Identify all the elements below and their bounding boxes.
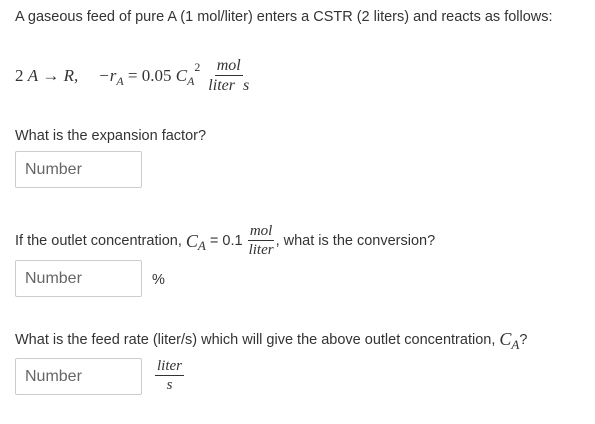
rate-constant: = 0.05 (127, 66, 172, 85)
q2-unit-denominator: liter (248, 242, 274, 258)
conversion-input[interactable] (15, 260, 142, 297)
rate-unit-numerator: mol (214, 57, 243, 76)
rate-unit-fraction: mol liter s (206, 58, 251, 94)
product-r: R, (63, 66, 79, 85)
q2-prompt-start: If the outlet concentration, (15, 233, 182, 249)
feed-rate-unit: liter s (155, 359, 184, 393)
feed-rate-unit-numerator: liter (155, 358, 184, 376)
concentration-subscript: A (187, 73, 195, 88)
reaction-arrow: → (42, 66, 60, 85)
q3-prompt-start: What is the feed rate (liter/s) which wi… (15, 331, 496, 348)
reaction-equation: 2 A → R, −r A = 0.05 CA2 mol liter s (15, 58, 251, 94)
feed-rate-unit-fraction: liter s (155, 359, 184, 393)
concentration-symbol: C (175, 66, 188, 85)
q2-prompt: If the outlet concentration, CA = 0.1 mo… (15, 224, 435, 258)
q3-var-subscript: A (511, 336, 520, 352)
q3-prompt: What is the feed rate (liter/s) which wi… (15, 329, 528, 352)
q2-unit-fraction: mol liter (247, 224, 276, 258)
q1-prompt: What is the expansion factor? (15, 128, 207, 144)
q3-var: C (499, 329, 512, 349)
feed-rate-input[interactable] (15, 358, 142, 395)
rate-subscript: A (116, 73, 124, 88)
feed-rate-unit-denominator: s (166, 377, 173, 393)
stoich-coefficient: 2 (15, 66, 24, 85)
problem-intro: A gaseous feed of pure A (1 mol/liter) e… (15, 9, 553, 25)
q2-unit-numerator: mol (247, 223, 275, 241)
reactant-a: A (27, 66, 39, 85)
rate-unit-denominator: liter s (208, 77, 250, 94)
q2-var: C (185, 230, 198, 251)
percent-unit: % (152, 272, 165, 288)
q3-prompt-end: ? (519, 331, 528, 348)
q2-value: = 0.1 (209, 233, 243, 249)
concentration-exponent: 2 (194, 59, 201, 74)
q2-var-subscript: A (197, 238, 206, 253)
q2-prompt-end: , what is the conversion? (275, 233, 436, 249)
rate-symbol: −r (98, 66, 117, 85)
expansion-factor-input[interactable] (15, 151, 142, 188)
